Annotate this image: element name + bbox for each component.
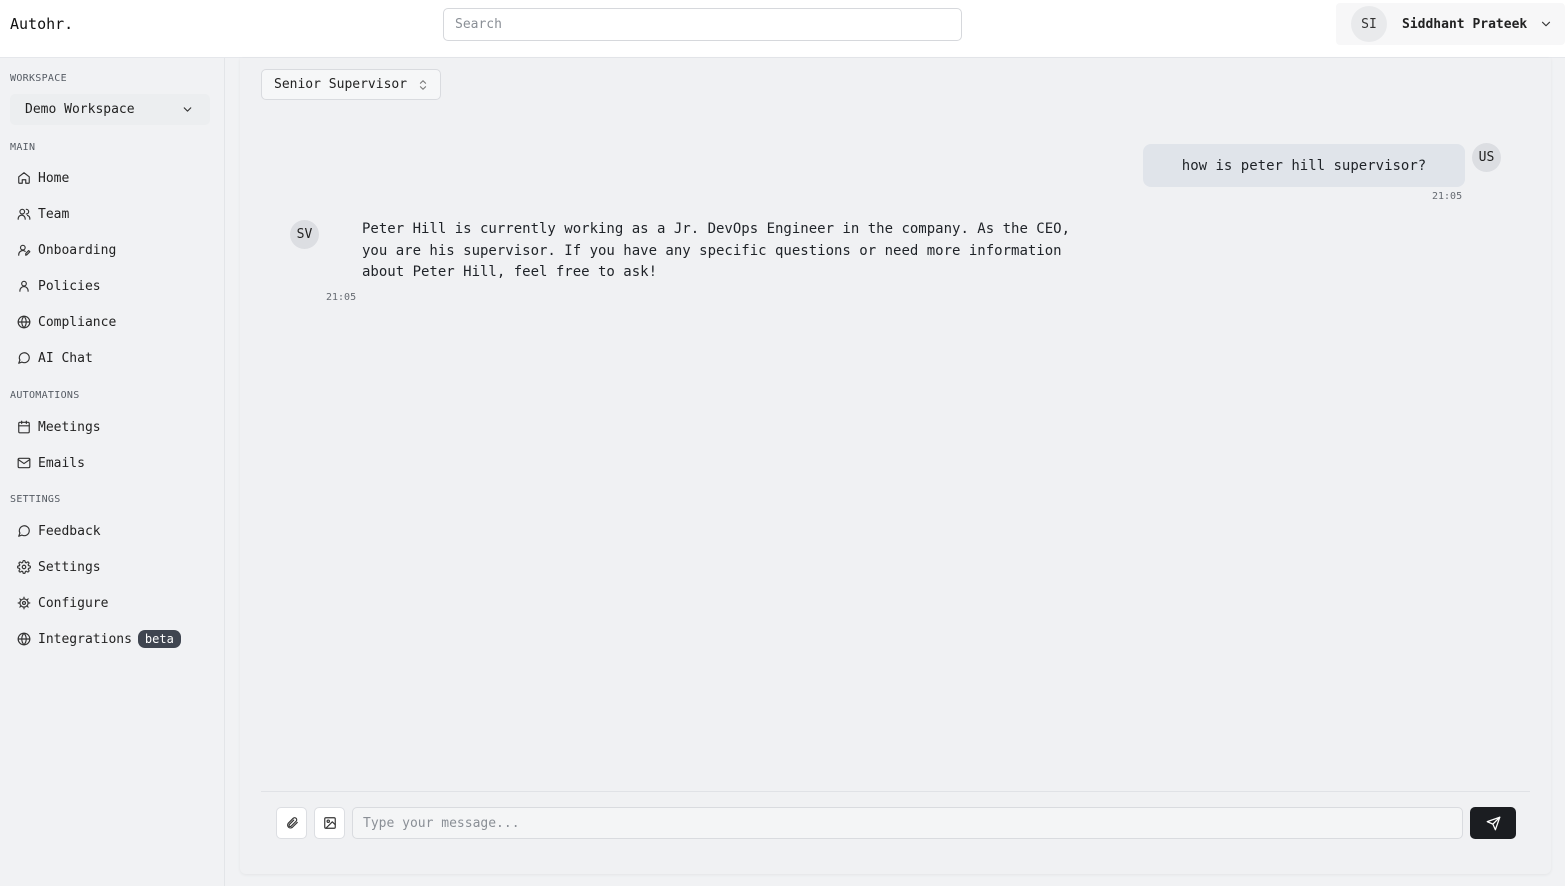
message-timestamp: 21:05 <box>326 292 357 303</box>
search-input[interactable] <box>443 8 962 41</box>
user-message-bubble: how is peter hill supervisor? <box>1143 144 1465 187</box>
send-icon <box>1486 816 1500 830</box>
calendar-icon <box>18 420 30 434</box>
assistant-message-text: Peter Hill is currently working as a Jr.… <box>362 221 1071 280</box>
sidebar-item-meetings[interactable]: Meetings <box>10 412 215 442</box>
agent-select[interactable]: Senior Supervisor <box>261 69 441 100</box>
sidebar-item-label: Policies <box>38 278 101 294</box>
image-icon <box>323 817 336 829</box>
user-menu[interactable]: SI Siddhant Prateek <box>1336 3 1565 45</box>
user-message-text: how is peter hill supervisor? <box>1181 157 1427 174</box>
image-upload-button[interactable] <box>314 807 345 839</box>
chevron-up-down-icon <box>419 80 427 90</box>
sidebar-item-label: Onboarding <box>38 242 117 258</box>
sidebar-item-label: Integrations <box>38 631 132 647</box>
avatar: US <box>1472 143 1501 172</box>
sidebar-item-ai-chat[interactable]: AI Chat <box>10 343 215 373</box>
sidebar-item-integrations[interactable]: Integrations beta <box>10 624 215 654</box>
home-icon <box>18 172 30 184</box>
users-icon <box>17 208 31 220</box>
sidebar: WORKSPACE Demo Workspace MAIN Home Team … <box>0 58 225 886</box>
composer-divider <box>261 791 1530 792</box>
chat-panel: Senior Supervisor how is peter hill supe… <box>240 58 1551 874</box>
sidebar-item-settings[interactable]: Settings <box>10 552 215 582</box>
sidebar-item-feedback[interactable]: Feedback <box>10 516 215 546</box>
avatar: SV <box>290 220 319 249</box>
mail-icon <box>17 457 31 469</box>
section-label-settings: SETTINGS <box>10 494 61 505</box>
user-name: Siddhant Prateek <box>1402 16 1528 32</box>
message-circle-icon <box>18 525 30 537</box>
send-button[interactable] <box>1470 807 1516 839</box>
sidebar-item-label: Settings <box>38 559 101 575</box>
attach-button[interactable] <box>276 807 307 839</box>
message-circle-icon <box>18 352 30 364</box>
globe-icon <box>17 632 31 646</box>
sidebar-item-label: Feedback <box>38 523 101 539</box>
sidebar-item-label: Meetings <box>38 419 101 435</box>
paperclip-icon <box>286 817 298 829</box>
gear-icon <box>17 560 31 574</box>
sidebar-item-onboarding[interactable]: Onboarding <box>10 235 215 265</box>
agent-select-value: Senior Supervisor <box>274 77 408 92</box>
section-label-workspace: WORKSPACE <box>10 73 67 84</box>
sidebar-item-label: Configure <box>38 595 109 611</box>
brand-logo[interactable]: Autohr. <box>10 15 73 33</box>
workspace-select[interactable]: Demo Workspace <box>10 94 210 125</box>
globe-icon <box>17 315 31 329</box>
sidebar-item-label: Emails <box>38 455 85 471</box>
avatar: SI <box>1351 6 1387 42</box>
cog-icon <box>17 596 31 610</box>
user-icon <box>19 280 29 292</box>
workspace-name: Demo Workspace <box>25 102 135 117</box>
sidebar-item-home[interactable]: Home <box>10 163 215 193</box>
sidebar-item-label: AI Chat <box>38 350 93 366</box>
section-label-automations: AUTOMATIONS <box>10 390 80 401</box>
sidebar-item-policies[interactable]: Policies <box>10 271 215 301</box>
sidebar-item-emails[interactable]: Emails <box>10 448 215 478</box>
section-label-main: MAIN <box>10 142 36 153</box>
top-bar: Autohr. SI Siddhant Prateek <box>0 0 1565 58</box>
sidebar-item-team[interactable]: Team <box>10 199 215 229</box>
message-input[interactable] <box>352 807 1463 839</box>
sidebar-item-configure[interactable]: Configure <box>10 588 215 618</box>
beta-badge: beta <box>137 630 181 648</box>
sidebar-item-label: Team <box>38 206 70 222</box>
sidebar-item-label: Compliance <box>38 314 117 330</box>
sidebar-item-compliance[interactable]: Compliance <box>10 307 215 337</box>
chevron-down-icon <box>183 107 192 112</box>
chevron-down-icon <box>1542 21 1551 27</box>
sidebar-item-label: Home <box>38 170 70 186</box>
user-plus-icon <box>18 244 31 256</box>
message-timestamp: 21:05 <box>1432 191 1463 202</box>
